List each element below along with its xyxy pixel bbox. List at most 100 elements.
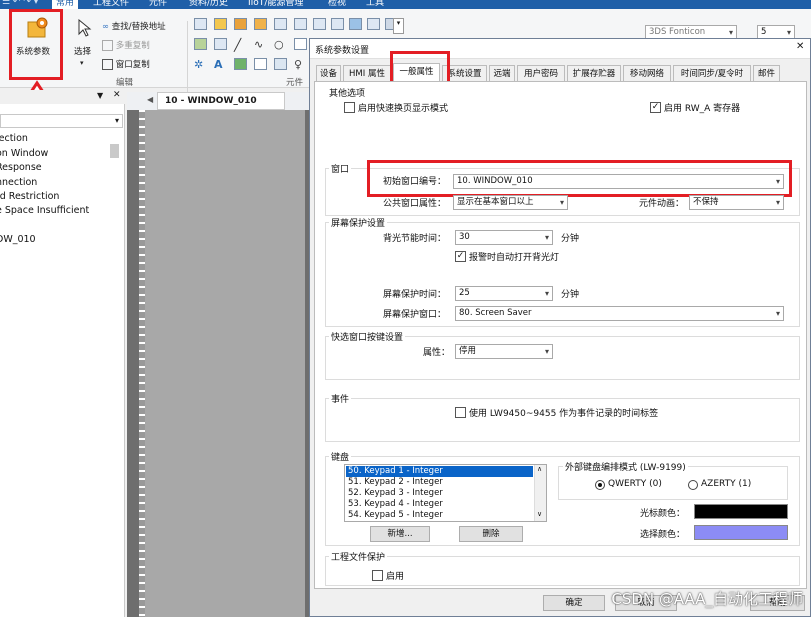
add-keypad-button[interactable]: 新增...: [370, 526, 430, 542]
select-button[interactable]: 选择: [74, 45, 91, 57]
delete-keypad-button[interactable]: 删除: [459, 526, 523, 542]
ok-button[interactable]: 确定: [543, 595, 605, 611]
backlight-time-label: 背光节能时间：: [383, 234, 447, 244]
tree-item[interactable]: nnection: [0, 177, 37, 188]
tab-extended-memory[interactable]: 扩展存贮器: [567, 65, 621, 81]
rw-a-checkbox[interactable]: ✓: [650, 102, 661, 113]
tree-item[interactable]: on Window: [0, 148, 48, 159]
ribbon-scroll-button[interactable]: ▾: [393, 18, 404, 34]
element-tool-icon[interactable]: [349, 18, 362, 30]
quick-page-checkbox[interactable]: [344, 102, 355, 113]
ribbon-tab-home[interactable]: 常用: [52, 0, 79, 9]
ribbon-tab-view[interactable]: 检视: [328, 0, 346, 9]
circle-tool-icon[interactable]: ○: [274, 38, 284, 51]
quick-access-icons[interactable]: ☰ ↶ ↷ ▾: [2, 0, 38, 7]
backlight-time-combo[interactable]: 30 ▾: [455, 230, 553, 245]
tree-item[interactable]: lection: [0, 133, 28, 144]
quick-attr-label: 属性：: [423, 348, 451, 358]
close-icon[interactable]: ✕: [113, 90, 121, 100]
panel-scrollbar-thumb[interactable]: [110, 144, 119, 158]
tab-remote[interactable]: 远端: [489, 65, 515, 81]
ribbon-tab-iiot[interactable]: IIoT/能源管理: [248, 0, 303, 9]
frame-tool-icon[interactable]: [254, 58, 267, 70]
select-color-swatch[interactable]: [694, 525, 788, 540]
system-parameters-dialog: 系统参数设置 ✕ 设备 HMI 属性 一般属性 系统设置 远端 用户密码 扩展存…: [309, 38, 811, 617]
picture-tool-icon[interactable]: [234, 58, 247, 70]
multi-copy-button[interactable]: 多重复制: [102, 39, 150, 51]
list-item[interactable]: 51. Keypad 2 - Integer: [346, 477, 533, 488]
element-tool-icon[interactable]: [274, 18, 287, 30]
find-replace-address-button[interactable]: ∞ 查找/替换地址: [102, 20, 166, 32]
line-tool-icon[interactable]: ╱: [234, 38, 241, 52]
bulb-tool-icon[interactable]: ♀: [294, 58, 302, 71]
general-tab-pane: 其他选项 启用快速换页显示模式 ✓ 启用 RW_A 寄存器 窗口 初始窗口编号：…: [314, 81, 807, 589]
text-tool-icon[interactable]: A: [214, 58, 223, 71]
tab-user-password[interactable]: 用户密码: [517, 65, 565, 81]
polyline-tool-icon[interactable]: ∿: [254, 38, 263, 51]
tree-item[interactable]: rd Restriction: [0, 191, 59, 202]
window-canvas[interactable]: [145, 110, 305, 617]
panel-menu-icon[interactable]: ▼: [97, 91, 103, 100]
element-tool-icon[interactable]: [194, 38, 207, 50]
ribbon-tab-project[interactable]: 工程文件: [93, 0, 129, 9]
saver-time-combo[interactable]: 25 ▾: [455, 286, 553, 301]
system-parameters-button[interactable]: 系统参数: [16, 45, 50, 57]
list-item[interactable]: 54. Keypad 5 - Integer: [346, 510, 533, 521]
tab-device[interactable]: 设备: [316, 65, 341, 81]
select-dropdown-arrow[interactable]: ▾: [80, 59, 84, 67]
lw-timestamp-checkbox[interactable]: [455, 407, 466, 418]
element-tool-icon[interactable]: [194, 18, 207, 30]
ribbon-tab-objects[interactable]: 元件: [149, 0, 167, 9]
close-icon[interactable]: ✕: [796, 41, 804, 52]
highlight-box-general-tab: [390, 51, 450, 85]
table-tool-icon[interactable]: [274, 58, 287, 70]
editor-canvas-area[interactable]: [127, 110, 317, 617]
tab-window-010[interactable]: 10 - WINDOW_010: [157, 92, 285, 110]
section-project-protection: 工程文件保护: [329, 550, 388, 563]
rect-tool-icon[interactable]: [294, 38, 307, 50]
azerty-radio[interactable]: [688, 480, 698, 490]
element-tool-icon[interactable]: [214, 18, 227, 30]
element-tool-icon[interactable]: [214, 38, 227, 50]
section-event: 事件: [329, 392, 352, 405]
cursor-color-swatch[interactable]: [694, 504, 788, 519]
list-item[interactable]: 53. Keypad 4 - Integer: [346, 499, 533, 510]
quick-page-label: 启用快速换页显示模式: [358, 104, 449, 114]
tree-item[interactable]: DW_010: [0, 234, 36, 245]
ribbon-tab-tools[interactable]: 工具: [366, 0, 384, 9]
element-tool-icon[interactable]: [367, 18, 380, 30]
saver-window-combo[interactable]: 80. Screen Saver ▾: [455, 306, 784, 321]
document-tab-bar: ◀ 10 - WINDOW_010: [127, 92, 317, 110]
element-tool-icon[interactable]: [234, 18, 247, 30]
list-scrollbar[interactable]: ∧ ∨: [534, 465, 546, 521]
keypad-listbox[interactable]: 50. Keypad 1 - Integer 51. Keypad 2 - In…: [344, 464, 547, 522]
element-tool-icon[interactable]: [331, 18, 344, 30]
element-tool-icon[interactable]: [313, 18, 326, 30]
element-tool-icon[interactable]: [254, 18, 267, 30]
element-tool-icon[interactable]: [294, 18, 307, 30]
tab-email[interactable]: 邮件: [753, 65, 780, 81]
list-item[interactable]: 52. Keypad 3 - Integer: [346, 488, 533, 499]
tab-nav-left-icon[interactable]: ◀: [147, 95, 153, 104]
common-window-label: 公共窗口属性：: [383, 199, 447, 209]
scale-tool-icon[interactable]: ✲: [194, 58, 203, 71]
cursor-color-label: 光标颜色：: [640, 509, 686, 519]
ribbon-tab-data-history[interactable]: 资料/历史: [189, 0, 228, 9]
tree-item[interactable]: Response: [0, 162, 42, 173]
panel-filter-combo[interactable]: ▾: [0, 114, 123, 128]
tab-time-sync[interactable]: 时间同步/夏令时: [673, 65, 751, 81]
protect-enable-checkbox[interactable]: [372, 570, 383, 581]
qwerty-radio[interactable]: [595, 480, 605, 490]
window-copy-button[interactable]: 窗口复制: [102, 58, 150, 70]
select-color-label: 选择颜色：: [640, 530, 686, 540]
common-window-combo[interactable]: 显示在基本窗口以上 ▾: [453, 195, 568, 210]
element-animation-combo[interactable]: 不保持 ▾: [689, 195, 784, 210]
quick-attr-combo[interactable]: 停用 ▾: [455, 344, 553, 359]
scroll-down-icon[interactable]: ∨: [537, 510, 542, 518]
tab-hmi-attributes[interactable]: HMI 属性: [343, 65, 391, 81]
tab-mobile-network[interactable]: 移动网络: [623, 65, 671, 81]
tree-item[interactable]: e Space Insufficient: [0, 205, 89, 216]
list-item[interactable]: 50. Keypad 1 - Integer: [346, 466, 533, 477]
scroll-up-icon[interactable]: ∧: [537, 465, 542, 473]
alarm-backlight-checkbox[interactable]: ✓: [455, 251, 466, 262]
